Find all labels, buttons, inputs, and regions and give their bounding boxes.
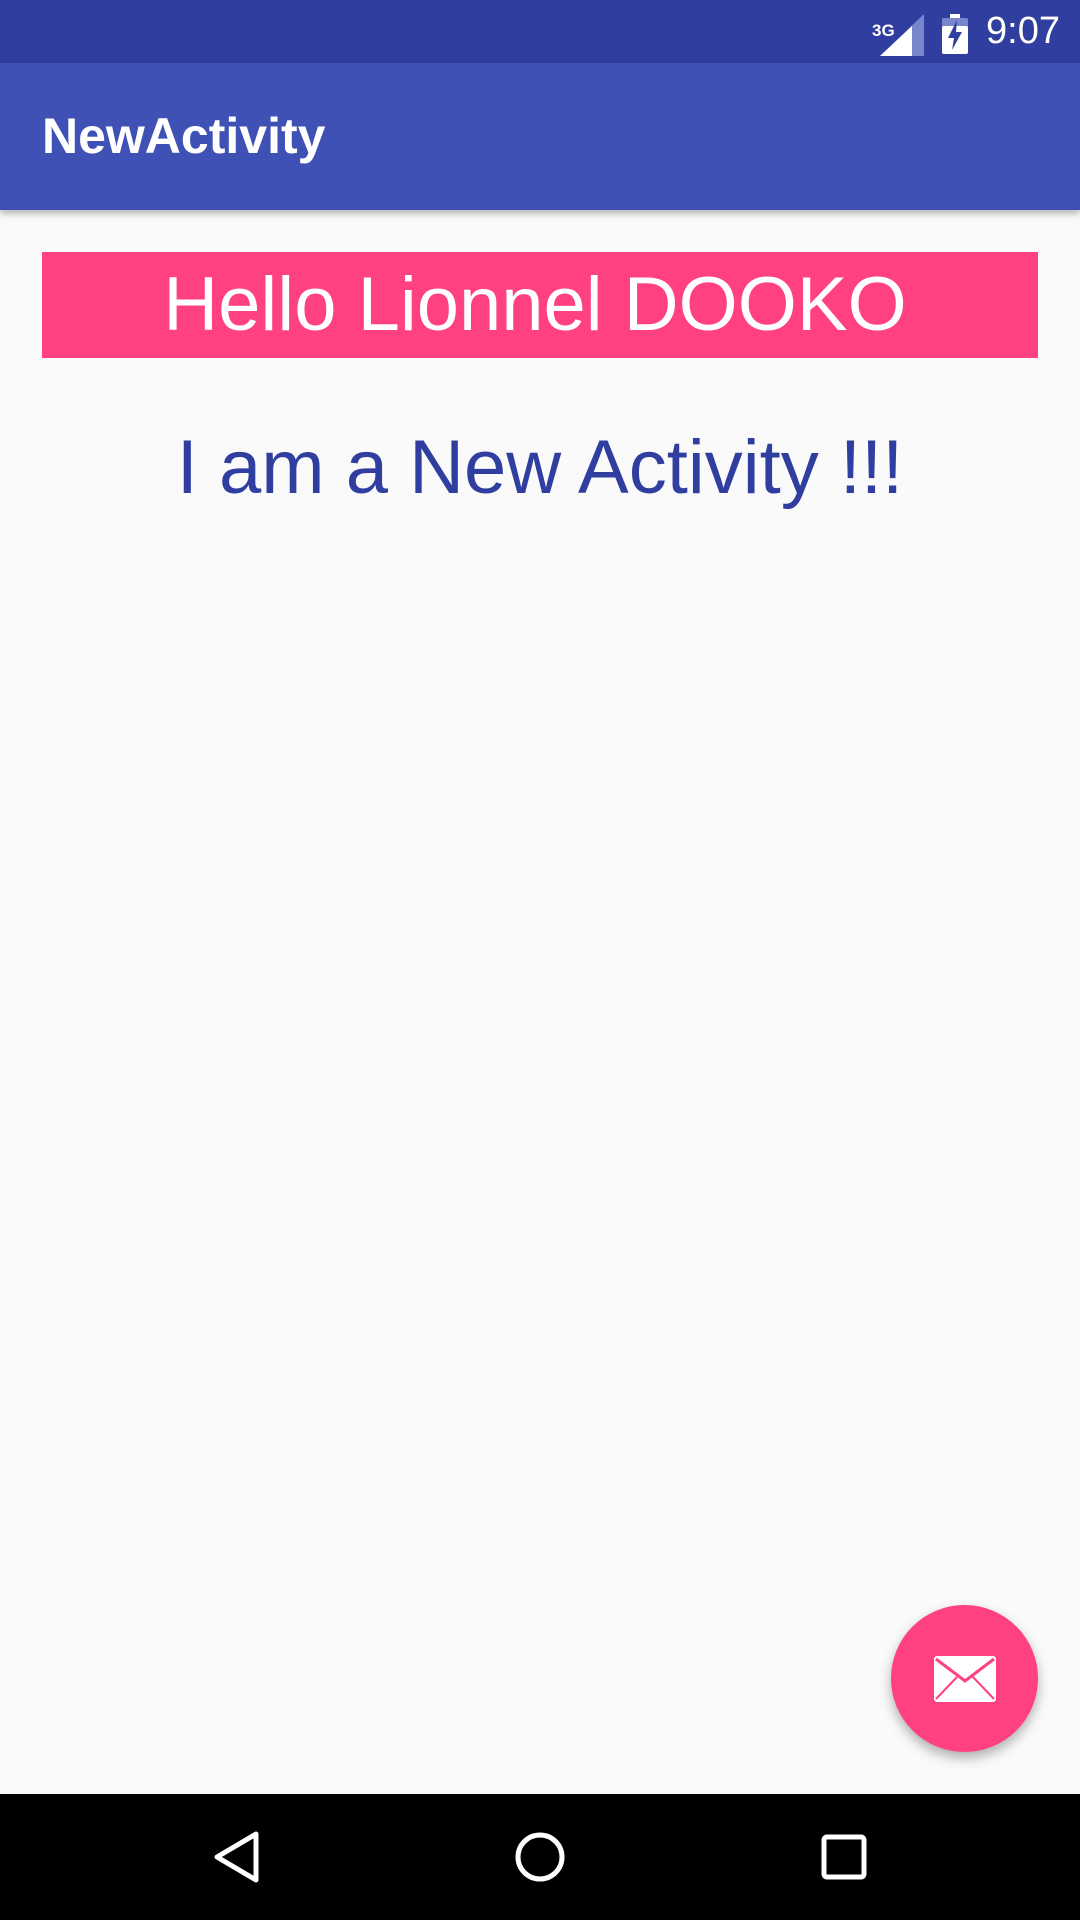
status-clock: 9:07 [986, 10, 1060, 52]
message-text: I am a New Activity !!! [176, 425, 904, 510]
home-icon [515, 1832, 565, 1882]
network-type-label: 3G [872, 20, 895, 40]
greeting-banner: Hello Lionnel DOOKO [42, 252, 1038, 358]
back-icon [214, 1831, 259, 1883]
mail-icon [933, 1655, 996, 1702]
signal-icon: 3G [872, 13, 925, 56]
mail-fab-button[interactable] [891, 1605, 1038, 1752]
back-button[interactable] [173, 1794, 299, 1920]
status-bar: 3G 9:07 [0, 0, 1080, 63]
home-button[interactable] [477, 1794, 603, 1920]
screen: 3G 9:07 NewActivity Hello Lionnel DOOKO … [0, 0, 1080, 1920]
status-icons: 3G 9:07 [872, 0, 1060, 63]
app-bar: NewActivity [0, 63, 1080, 210]
recents-button[interactable] [781, 1794, 907, 1920]
recents-icon [821, 1834, 867, 1880]
app-title: NewActivity [42, 108, 326, 164]
greeting-text: Hello Lionnel DOOKO [163, 262, 907, 347]
navigation-bar [0, 1794, 1080, 1920]
battery-charging-icon [942, 13, 969, 54]
